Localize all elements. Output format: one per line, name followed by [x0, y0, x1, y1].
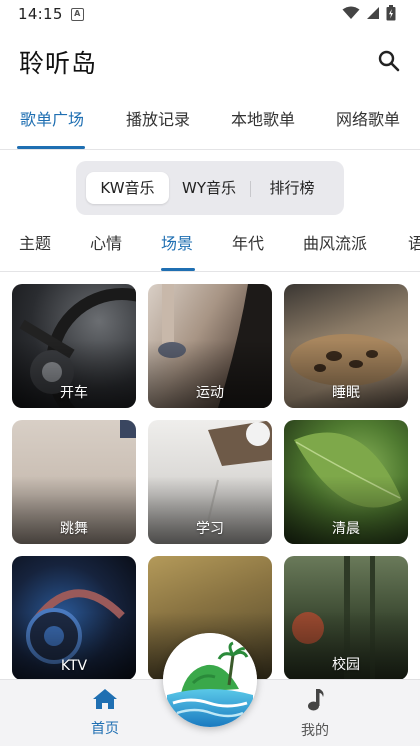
main-tab-indicator: [17, 146, 85, 149]
tab-online-playlists[interactable]: 网络歌单: [333, 96, 403, 149]
tab-play-history[interactable]: 播放记录: [123, 96, 193, 149]
battery-icon: [386, 5, 396, 21]
chart-button[interactable]: 排行榜: [260, 172, 324, 204]
scene-card-morning[interactable]: 清晨: [284, 420, 408, 544]
tab-local-playlists[interactable]: 本地歌单: [228, 96, 298, 149]
scene-card-sport[interactable]: 运动: [148, 284, 272, 408]
status-time: 14:15: [18, 5, 63, 23]
source-kw-button[interactable]: KW音乐: [86, 172, 169, 204]
scene-card-campus[interactable]: 校园: [284, 556, 408, 680]
scene-card-dance[interactable]: 跳舞: [12, 420, 136, 544]
category-tabs: 主题 心情 场景 年代 曲风流派 语: [0, 222, 420, 272]
scene-card-label: 校园: [332, 657, 360, 673]
search-button[interactable]: [374, 46, 404, 76]
nav-mine-label: 我的: [301, 723, 329, 739]
tab-language[interactable]: 语: [408, 222, 420, 271]
scene-card-study[interactable]: 学习: [148, 420, 272, 544]
tab-scene[interactable]: 场景: [161, 222, 193, 271]
scene-card-sleep[interactable]: 睡眠: [284, 284, 408, 408]
tab-playlist-square[interactable]: 歌单广场: [17, 96, 87, 149]
nav-home-label: 首页: [91, 721, 119, 737]
segment-divider: [250, 181, 251, 197]
scene-card-label: 跳舞: [60, 521, 88, 537]
wifi-icon: [342, 6, 360, 19]
status-icons: [342, 5, 396, 21]
search-icon: [378, 50, 400, 72]
scene-card-label: 学习: [196, 521, 224, 537]
island-logo-icon: [163, 633, 257, 727]
tab-mood[interactable]: 心情: [90, 222, 122, 271]
status-bar: 14:15 A: [0, 0, 420, 28]
tab-genre[interactable]: 曲风流派: [303, 222, 367, 271]
notification-icon: A: [70, 7, 84, 21]
scene-card-label: 清晨: [332, 521, 360, 537]
nav-home[interactable]: 首页: [60, 688, 150, 738]
scene-card-label: 运动: [196, 385, 224, 401]
source-wy-button[interactable]: WY音乐: [173, 172, 245, 204]
main-tabs: 歌单广场 播放记录 本地歌单 网络歌单: [0, 96, 420, 150]
nav-mine[interactable]: 我的: [270, 688, 360, 740]
scene-card-label: KTV: [60, 658, 88, 674]
island-logo-button[interactable]: [163, 633, 257, 727]
scene-card-ktv[interactable]: KTV: [12, 556, 136, 680]
scene-card-label: 开车: [60, 385, 88, 401]
source-switch: KW音乐 WY音乐 排行榜: [76, 161, 344, 215]
category-tab-indicator: [161, 268, 195, 271]
music-note-icon: [308, 689, 324, 711]
tab-theme[interactable]: 主题: [19, 222, 51, 271]
tab-era[interactable]: 年代: [232, 222, 264, 271]
scene-card-label: 睡眠: [332, 385, 360, 401]
app-title: 聆听岛: [19, 49, 98, 78]
signal-icon: [367, 7, 379, 19]
scene-card-driving[interactable]: 开车: [12, 284, 136, 408]
home-icon: [93, 689, 117, 709]
